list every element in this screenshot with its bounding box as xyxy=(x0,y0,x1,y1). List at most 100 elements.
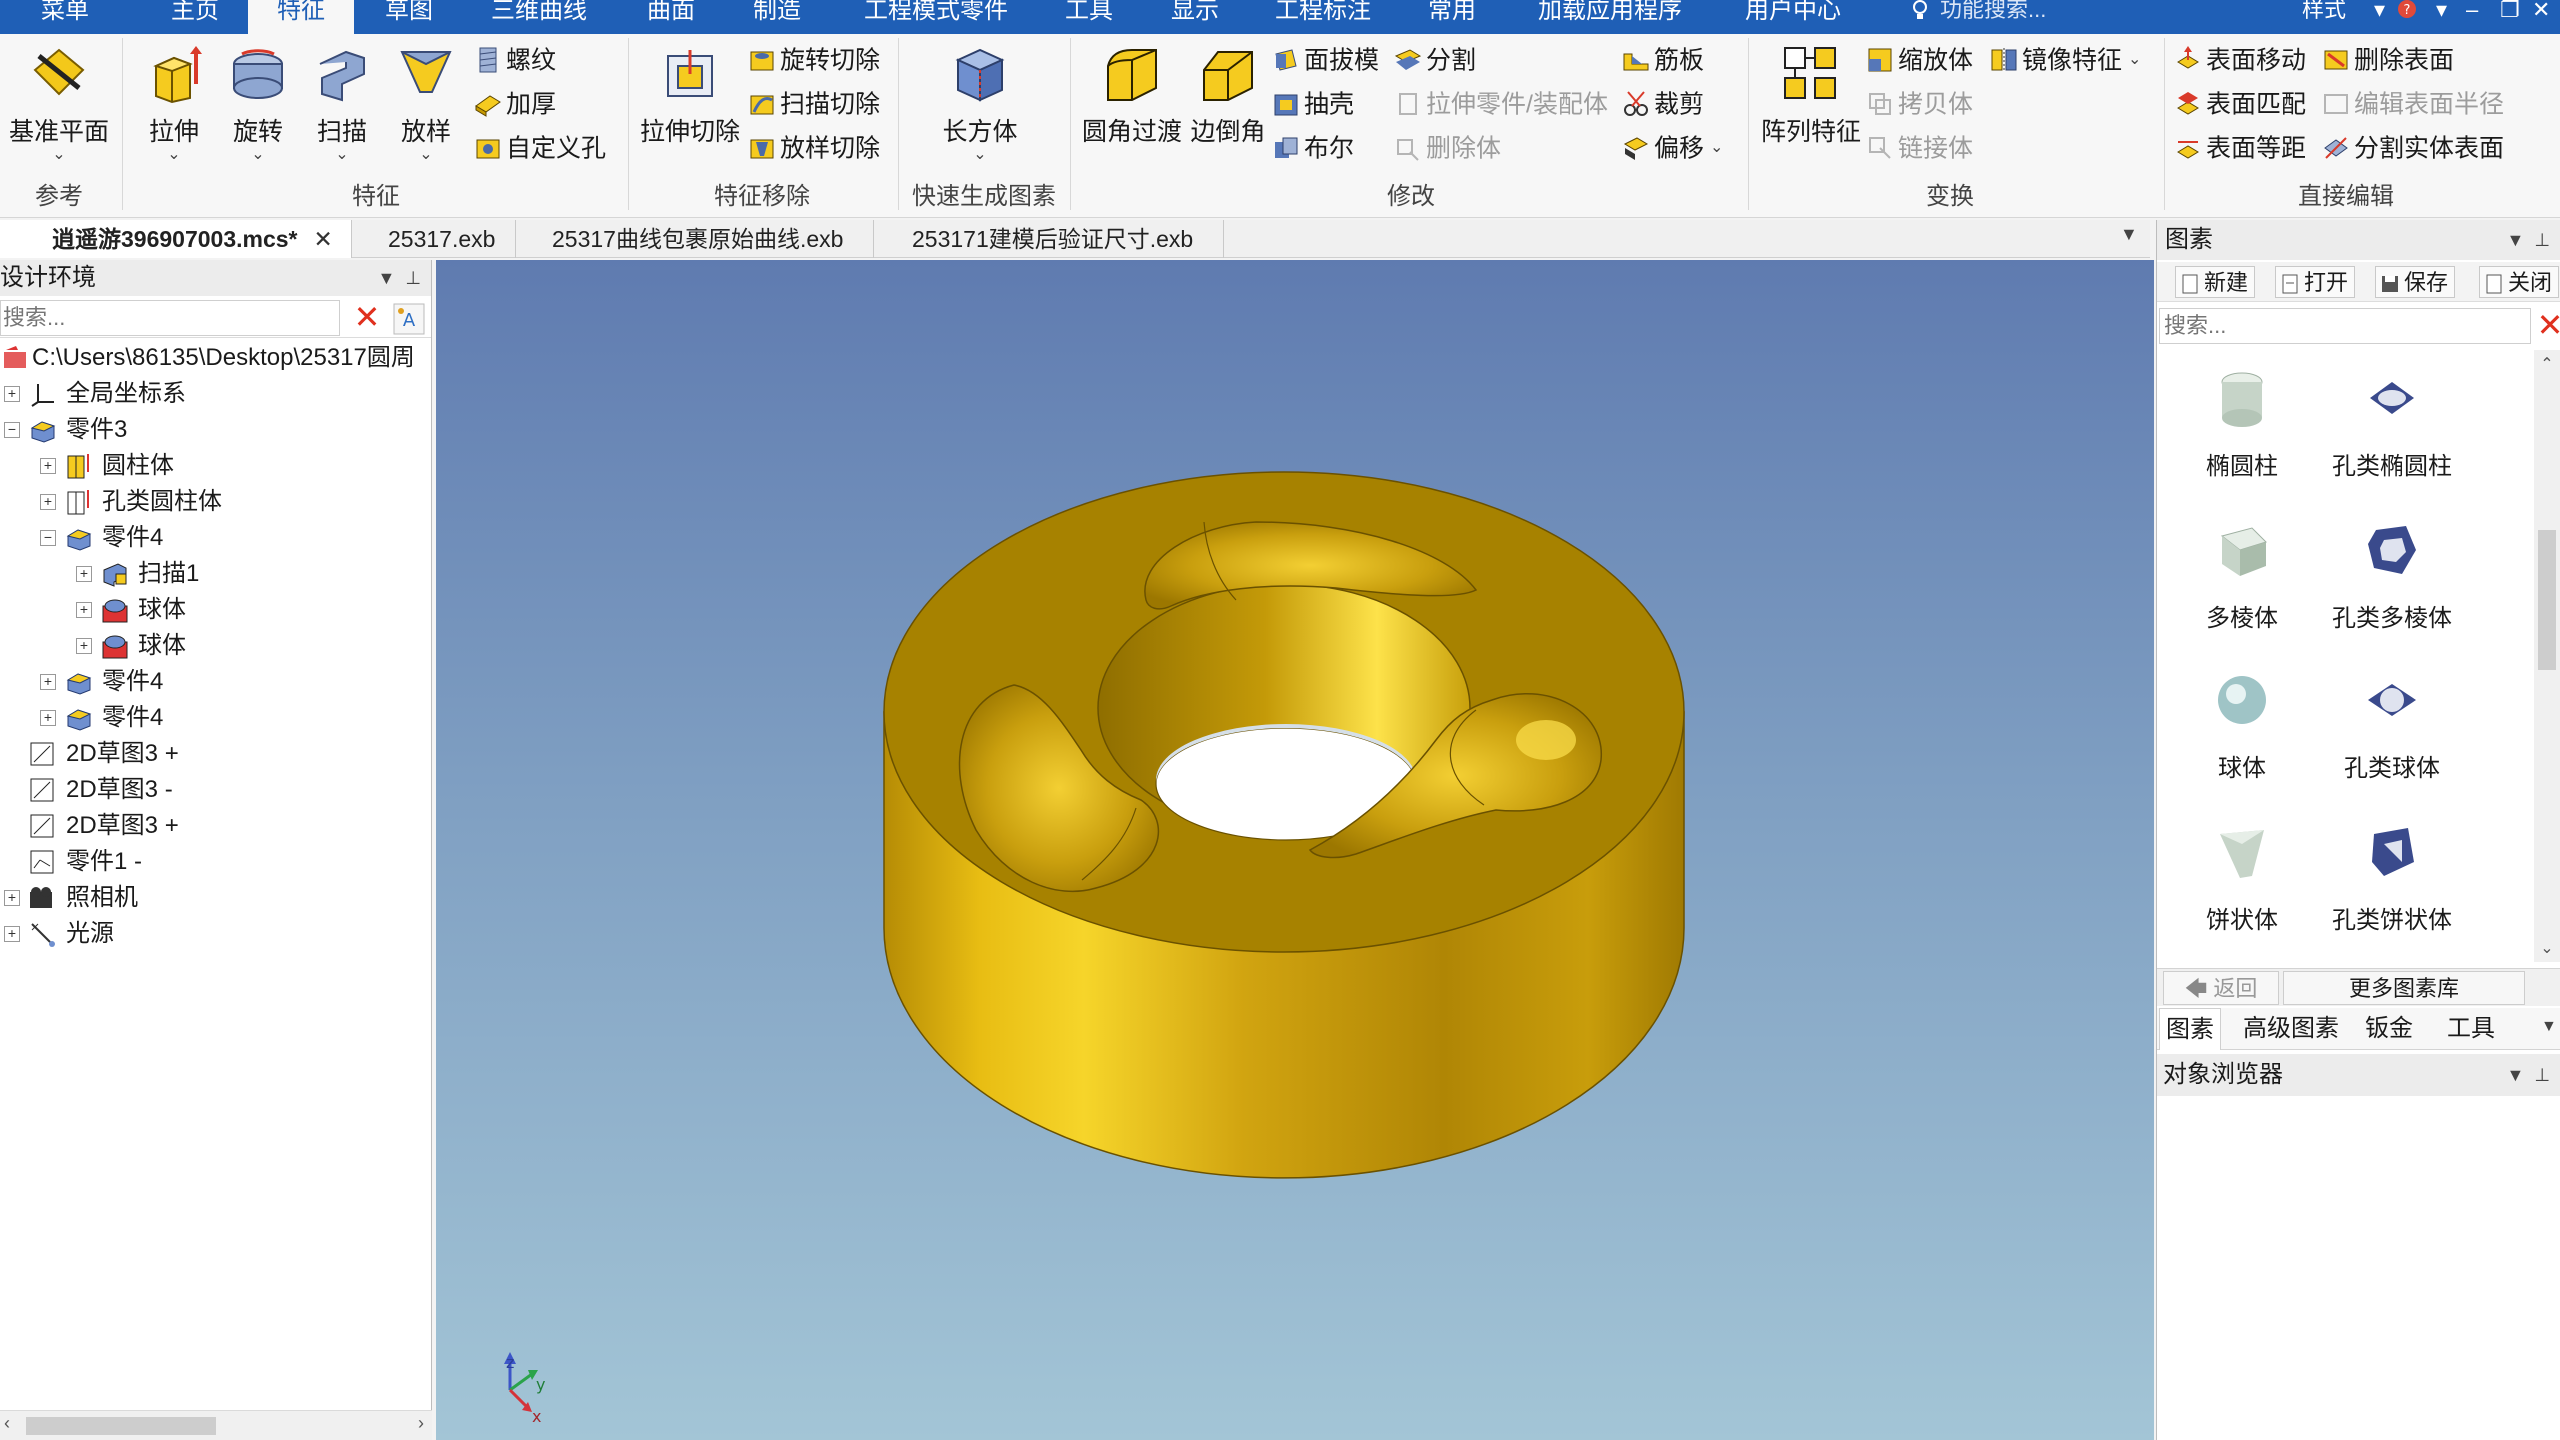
doc-tab[interactable]: 25317.exb xyxy=(354,220,516,258)
menu-item-3d-curve[interactable]: 三维曲线 xyxy=(474,0,604,34)
chamfer-button[interactable]: 边倒角 xyxy=(1188,40,1268,172)
menu-item-annotation[interactable]: 工程标注 xyxy=(1268,0,1378,34)
revolve-cut-button[interactable]: 旋转切除 xyxy=(748,40,880,78)
chevron-up-icon[interactable]: ⌃ xyxy=(2534,354,2560,374)
chevron-down-icon[interactable]: ▼ xyxy=(2120,224,2138,245)
library-item-hole-ellipse-cylinder[interactable]: 孔类椭圆柱 xyxy=(2317,358,2467,498)
menu-item-addins[interactable]: 加载应用程序 xyxy=(1530,0,1690,34)
menu-item-engineering-part[interactable]: 工程模式零件 xyxy=(846,0,1026,34)
restore-icon[interactable]: ❐ xyxy=(2500,0,2524,34)
draft-button[interactable]: 面拔模 xyxy=(1272,40,1379,78)
doc-tab[interactable]: 25317曲线包裹原始曲线.exb xyxy=(518,220,874,258)
menu-item-home[interactable]: 主页 xyxy=(150,0,240,34)
clear-search-icon[interactable]: ✕ xyxy=(350,300,384,336)
library-close-button[interactable]: 关闭 xyxy=(2479,266,2560,298)
trim-button[interactable]: 裁剪 xyxy=(1622,84,1704,122)
close-icon[interactable]: ✕ xyxy=(2532,0,2556,34)
library-item-ellipse-cylinder[interactable]: 椭圆柱 xyxy=(2167,358,2317,498)
loft-cut-button[interactable]: 放样切除 xyxy=(748,128,880,166)
tab-sheet-metal[interactable]: 钣金 xyxy=(2359,1008,2419,1050)
link-body-button[interactable]: 链接体 xyxy=(1866,128,1973,166)
menu-item-tools[interactable]: 工具 xyxy=(1046,0,1132,34)
boolean-button[interactable]: 布尔 xyxy=(1272,128,1354,166)
mirror-button[interactable]: 镜像特征 ⌄ xyxy=(1990,40,2141,78)
extrude-button[interactable]: 拉伸 ⌄ xyxy=(132,40,216,172)
pattern-button[interactable]: 阵列特征 xyxy=(1758,40,1864,172)
menu-item-common[interactable]: 常用 xyxy=(1412,0,1492,34)
expand-icon[interactable]: + xyxy=(4,386,20,402)
library-new-button[interactable]: 新建 xyxy=(2175,266,2256,298)
minimize-icon[interactable]: – xyxy=(2466,0,2490,34)
menu-item-menu[interactable]: 菜单 xyxy=(20,0,110,34)
expand-icon[interactable]: + xyxy=(40,458,56,474)
library-item-hole-polygon-prism[interactable]: 孔类多棱体 xyxy=(2317,510,2467,650)
chevron-left-icon[interactable]: ‹ xyxy=(4,1413,10,1434)
menu-item-sketch[interactable]: 草图 xyxy=(366,0,452,34)
expand-icon[interactable]: + xyxy=(40,710,56,726)
library-item-pie[interactable]: 饼状体 xyxy=(2167,812,2317,952)
extrude-part-button[interactable]: 拉伸零件/装配体 xyxy=(1394,84,1608,122)
expand-icon[interactable]: + xyxy=(4,890,20,906)
doc-tab[interactable]: 253171建模后验证尺寸.exb xyxy=(876,220,1224,258)
library-open-button[interactable]: 打开 xyxy=(2275,266,2356,298)
library-item-polygon-prism[interactable]: 多棱体 xyxy=(2167,510,2317,650)
face-match-button[interactable]: 表面匹配 xyxy=(2174,84,2306,122)
close-icon[interactable]: ✕ xyxy=(314,226,333,252)
custom-hole-button[interactable]: 自定义孔 xyxy=(474,128,606,166)
menu-item-user-center[interactable]: 用户中心 xyxy=(1738,0,1848,34)
menu-item-feature[interactable]: 特征 xyxy=(248,0,354,34)
tab-library[interactable]: 图素 xyxy=(2159,1008,2221,1050)
search-options-icon[interactable]: A xyxy=(392,302,426,336)
expand-icon[interactable]: + xyxy=(76,638,92,654)
delete-body-button[interactable]: 删除体 xyxy=(1394,128,1501,166)
tab-tools[interactable]: 工具 xyxy=(2441,1008,2501,1050)
menu-item-surface[interactable]: 曲面 xyxy=(628,0,714,34)
shell-button[interactable]: 抽壳 xyxy=(1272,84,1354,122)
clear-search-icon[interactable]: ✕ xyxy=(2533,308,2560,344)
face-move-button[interactable]: 表面移动 xyxy=(2174,40,2306,78)
library-more-button[interactable]: 更多图素库 xyxy=(2283,971,2525,1005)
delete-face-button[interactable]: 删除表面 xyxy=(2322,40,2454,78)
thread-button[interactable]: 螺纹 xyxy=(474,40,556,78)
tab-advanced-library[interactable]: 高级图素 xyxy=(2237,1008,2345,1050)
fillet-button[interactable]: 圆角过渡 xyxy=(1078,40,1186,172)
pin-icon[interactable]: ▼ ⊥ xyxy=(2507,1054,2551,1096)
help-icon[interactable]: ? xyxy=(2396,0,2420,34)
library-save-button[interactable]: 保存 xyxy=(2375,266,2456,298)
expand-icon[interactable]: + xyxy=(4,926,20,942)
ref-plane-button[interactable]: 基准平面 ⌄ xyxy=(4,40,114,172)
sweep-button[interactable]: 扫描 ⌄ xyxy=(300,40,384,172)
split-solid-button[interactable]: 分割实体表面 xyxy=(2322,128,2504,166)
library-item-hole-sphere[interactable]: 孔类球体 xyxy=(2317,660,2467,800)
expand-icon[interactable]: + xyxy=(40,494,56,510)
expand-icon[interactable]: + xyxy=(76,566,92,582)
collapse-icon[interactable]: − xyxy=(40,530,56,546)
design-env-search-input[interactable] xyxy=(0,300,340,336)
scrollbar-thumb[interactable] xyxy=(2538,530,2556,670)
function-search[interactable]: 功能搜索... xyxy=(1940,0,2140,34)
pin-icon[interactable]: ▼ ⊥ xyxy=(378,260,422,296)
scrollbar-thumb[interactable] xyxy=(26,1417,216,1435)
rib-button[interactable]: 筋板 xyxy=(1622,40,1704,78)
extrude-cut-button[interactable]: 拉伸切除 xyxy=(634,40,746,172)
3d-viewport[interactable]: z y x xyxy=(436,260,2154,1440)
thicken-button[interactable]: 加厚 xyxy=(474,84,556,122)
copy-body-button[interactable]: 拷贝体 xyxy=(1866,84,1973,122)
chevron-right-icon[interactable]: › xyxy=(418,1413,424,1434)
chevron-down-icon[interactable]: ▾ xyxy=(2436,0,2456,34)
box-button[interactable]: 长方体 ⌄ xyxy=(912,40,1048,172)
chevron-down-icon[interactable]: ▼ xyxy=(2541,1018,2557,1036)
expand-icon[interactable]: + xyxy=(40,674,56,690)
revolve-button[interactable]: 旋转 ⌄ xyxy=(216,40,300,172)
scale-button[interactable]: 缩放体 xyxy=(1866,40,1973,78)
chevron-down-icon[interactable]: ▾ xyxy=(2374,0,2394,34)
menu-item-display[interactable]: 显示 xyxy=(1152,0,1238,34)
loft-button[interactable]: 放样 ⌄ xyxy=(384,40,468,172)
doc-tab-active[interactable]: 逍遥游396907003.mcs* ✕ xyxy=(0,220,352,258)
sweep-cut-button[interactable]: 扫描切除 xyxy=(748,84,880,122)
library-item-hole-pie[interactable]: 孔类饼状体 xyxy=(2317,812,2467,952)
vertical-scrollbar[interactable]: ⌃ ⌄ xyxy=(2534,350,2560,962)
pin-icon[interactable]: ▼ ⊥ xyxy=(2507,220,2551,260)
chevron-down-icon[interactable]: ⌄ xyxy=(2534,938,2560,958)
library-back-button[interactable]: 🡄 返回 xyxy=(2163,971,2279,1005)
